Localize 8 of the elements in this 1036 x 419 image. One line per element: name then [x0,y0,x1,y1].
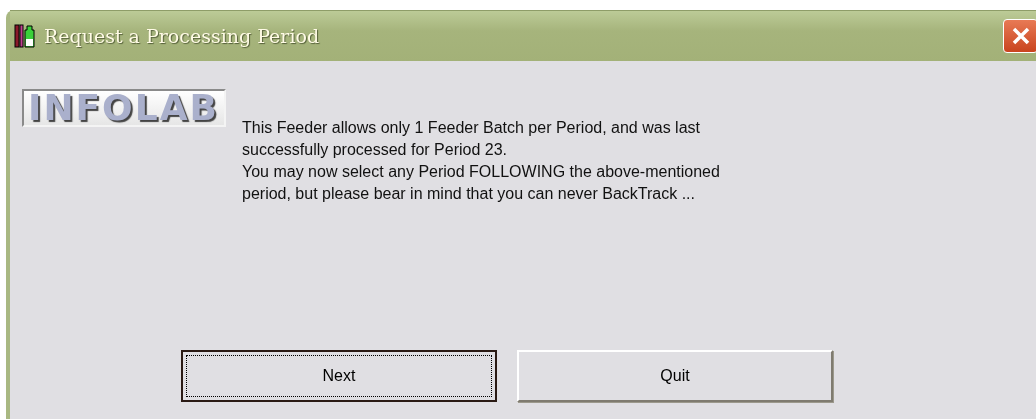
message-text: This Feeder allows only 1 Feeder Batch per Period, and was last successfully processed for Period 23. You may now select any Period FOLLOWING the above-mentioned period, but please bear in mind that you can never BackTrack ... [242,118,720,204]
logo: INFOLAB [22,89,226,127]
close-icon [1010,26,1031,46]
close-button[interactable] [1003,19,1036,53]
quit-button[interactable]: Quit [517,350,833,402]
next-button[interactable]: Next [181,350,497,402]
window-title: Request a Processing Period [44,25,320,47]
app-icon [14,24,36,48]
